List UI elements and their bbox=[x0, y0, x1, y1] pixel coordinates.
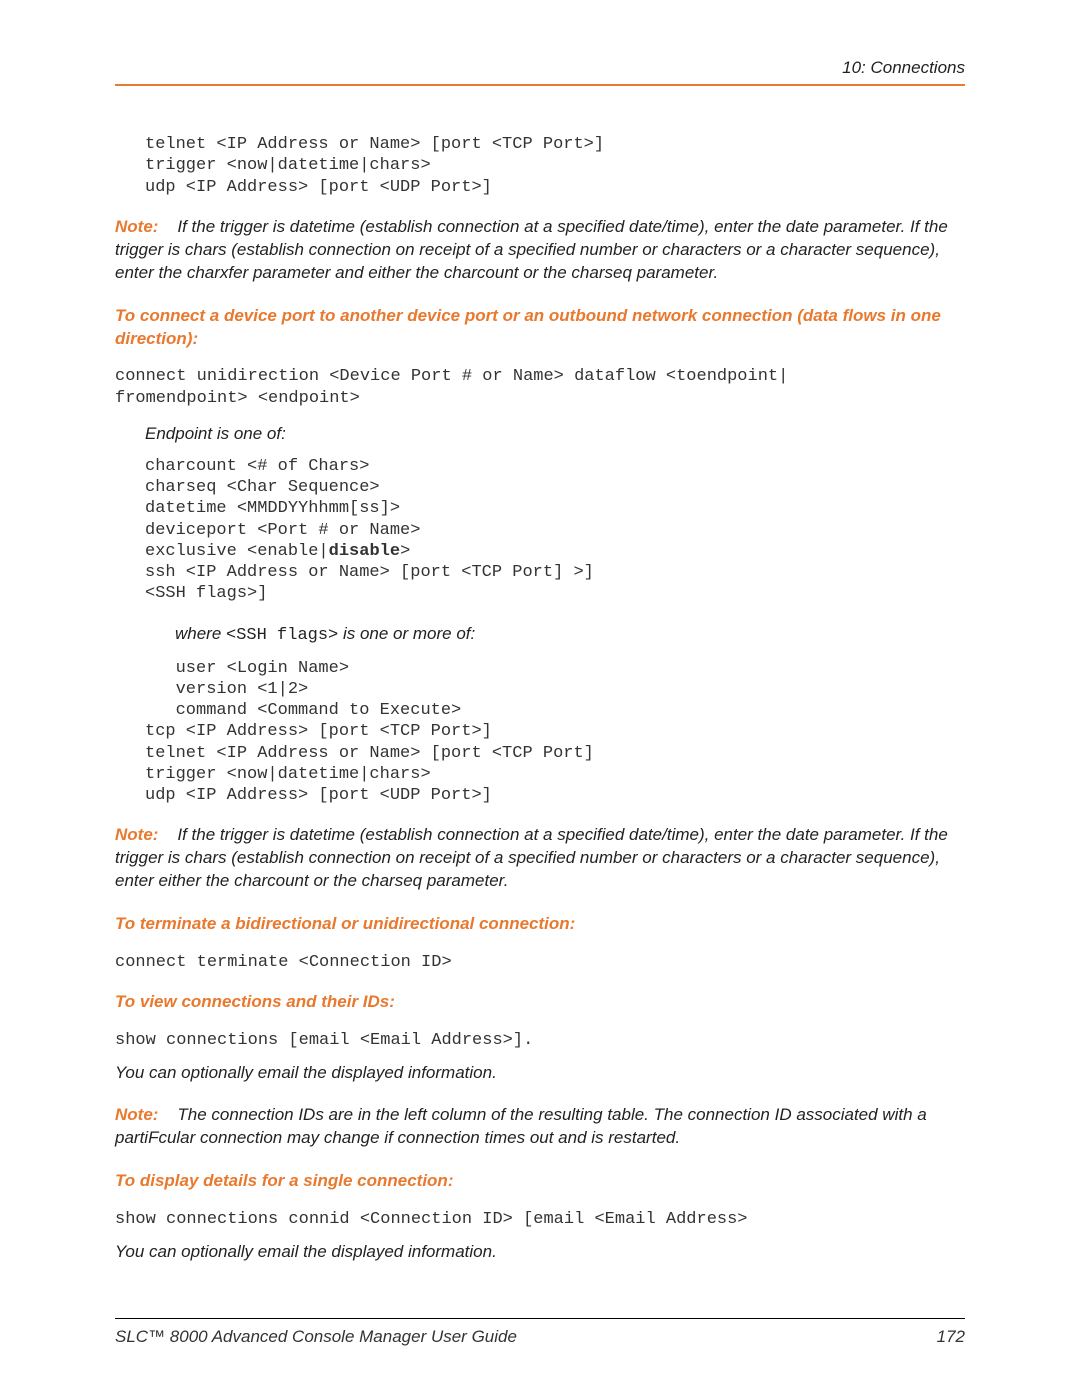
code-line: telnet <IP Address or Name> [port <TCP P… bbox=[145, 135, 604, 154]
heading-terminate: To terminate a bidirectional or unidirec… bbox=[115, 913, 965, 936]
chapter-label: 10: Connections bbox=[842, 58, 965, 77]
note-text: If the trigger is datetime (establish co… bbox=[115, 217, 948, 282]
code-line: <SSH flags>] bbox=[145, 584, 267, 603]
footer-page-number: 172 bbox=[937, 1327, 965, 1347]
code-line: show connections [email <Email Address>]… bbox=[115, 1031, 533, 1050]
code-line: ssh <IP Address or Name> [port <TCP Port… bbox=[145, 563, 594, 582]
code-block-2: connect unidirection <Device Port # or N… bbox=[115, 366, 965, 409]
code-line: > bbox=[400, 542, 410, 561]
code-line: fromendpoint> <endpoint> bbox=[115, 389, 360, 408]
code-line: udp <IP Address> [port <UDP Port>] bbox=[145, 178, 492, 197]
page-container: 10: Connections telnet <IP Address or Na… bbox=[0, 0, 1080, 1397]
code-line: deviceport <Port # or Name> bbox=[145, 521, 420, 540]
heading-display-details: To display details for a single connecti… bbox=[115, 1170, 965, 1193]
code-block-5: connect terminate <Connection ID> bbox=[115, 952, 965, 973]
page-header: 10: Connections bbox=[115, 58, 965, 86]
code-line: connect terminate <Connection ID> bbox=[115, 953, 452, 972]
code-line: version <1|2> bbox=[176, 680, 309, 699]
code-line: tcp <IP Address> [port <TCP Port>] bbox=[145, 722, 492, 741]
code-line: telnet <IP Address or Name> [port <TCP P… bbox=[145, 744, 594, 763]
note-label: Note: bbox=[115, 1105, 158, 1124]
note-3: Note: The connection IDs are in the left… bbox=[115, 1104, 965, 1150]
endpoint-label: Endpoint is one of: bbox=[145, 423, 965, 446]
code-line: charcount <# of Chars> bbox=[145, 457, 369, 476]
note-2: Note: If the trigger is datetime (establ… bbox=[115, 824, 965, 893]
code-bold: disable bbox=[329, 542, 400, 561]
note-text: The connection IDs are in the left colum… bbox=[115, 1105, 927, 1147]
note-1: Note: If the trigger is datetime (establ… bbox=[115, 216, 965, 285]
note-label: Note: bbox=[115, 825, 158, 844]
footer-title: SLC™ 8000 Advanced Console Manager User … bbox=[115, 1327, 517, 1347]
code-line: exclusive <enable| bbox=[145, 542, 329, 561]
code-line: udp <IP Address> [port <UDP Port>] bbox=[145, 786, 492, 805]
page-footer: SLC™ 8000 Advanced Console Manager User … bbox=[115, 1318, 965, 1347]
note-text: If the trigger is datetime (establish co… bbox=[115, 825, 948, 890]
code-line: show connections connid <Connection ID> … bbox=[115, 1210, 748, 1229]
email-info-2: You can optionally email the displayed i… bbox=[115, 1241, 965, 1264]
code-line: charseq <Char Sequence> bbox=[145, 478, 380, 497]
note-label: Note: bbox=[115, 217, 158, 236]
code-block-7: show connections connid <Connection ID> … bbox=[115, 1209, 965, 1230]
heading-connect-unidirection: To connect a device port to another devi… bbox=[115, 305, 965, 351]
email-info-1: You can optionally email the displayed i… bbox=[115, 1062, 965, 1085]
code-line: user <Login Name> bbox=[176, 659, 349, 678]
code-line: command <Command to Execute> bbox=[176, 701, 462, 720]
where-suffix: is one or more of: bbox=[338, 624, 475, 643]
code-line: connect unidirection <Device Port # or N… bbox=[115, 367, 788, 386]
code-block-6: show connections [email <Email Address>]… bbox=[115, 1030, 965, 1051]
code-line: trigger <now|datetime|chars> bbox=[145, 765, 431, 784]
code-line: datetime <MMDDYYhhmm[ss]> bbox=[145, 499, 400, 518]
code-block-1: telnet <IP Address or Name> [port <TCP P… bbox=[145, 134, 965, 198]
code-line: trigger <now|datetime|chars> bbox=[145, 156, 431, 175]
where-clause: where <SSH flags> is one or more of: bbox=[175, 623, 965, 648]
heading-view-connections: To view connections and their IDs: bbox=[115, 991, 965, 1014]
code-block-3: charcount <# of Chars> charseq <Char Seq… bbox=[145, 456, 965, 605]
where-code: <SSH flags> bbox=[226, 626, 338, 645]
code-block-4: user <Login Name> version <1|2> command … bbox=[145, 658, 965, 807]
where-prefix: where bbox=[175, 624, 226, 643]
